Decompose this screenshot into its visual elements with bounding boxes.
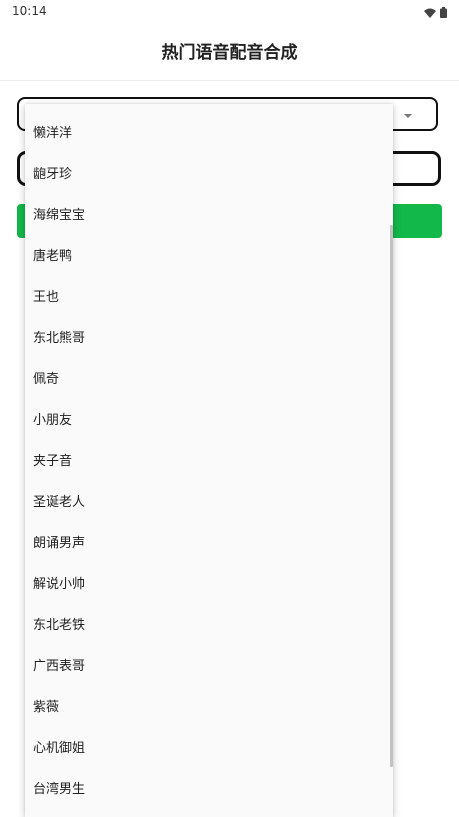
status-time: 10:14 (12, 4, 47, 18)
battery-icon (440, 3, 447, 22)
page-title: 热门语音配音合成 (161, 43, 298, 63)
chevron-down-icon (404, 114, 412, 118)
dropdown-item[interactable]: 唐老鸭 (25, 236, 393, 277)
voice-dropdown-menu: 懒洋洋 龅牙珍 海绵宝宝 唐老鸭 王也 东北熊哥 佩奇 小朋友 夹子音 圣诞老人 朗诵男声 解说小帅东… (25, 104, 393, 817)
dropdown-item[interactable]: 心机御姐 (25, 728, 393, 769)
status-icons (424, 3, 447, 22)
dropdown-item[interactable]: 夹子音 (25, 441, 393, 482)
dropdown-item[interactable]: 圣诞老人 (25, 482, 393, 523)
dropdown-item[interactable]: 懒洋洋 (25, 113, 393, 154)
dropdown-item[interactable]: 朗诵男声 (25, 523, 393, 564)
dropdown-item[interactable]: 王也 (25, 277, 393, 318)
dropdown-item[interactable]: 紫薇 (25, 687, 393, 728)
app-bar: 热门语音配音合成 (0, 24, 459, 81)
dropdown-item[interactable]: 东北老铁 (25, 605, 393, 646)
dropdown-item[interactable]: 佩奇 (25, 359, 393, 400)
voice-dropdown-list: 懒洋洋 龅牙珍 海绵宝宝 唐老鸭 王也 东北熊哥 佩奇 小朋友 夹子音 圣诞老人 朗诵男声 解说小帅东… (25, 113, 393, 810)
dropdown-item[interactable]: 广西表哥 (25, 646, 393, 687)
dropdown-item[interactable]: 海绵宝宝 (25, 195, 393, 236)
dropdown-item[interactable]: 小朋友 (25, 400, 393, 441)
dropdown-scrollbar[interactable] (390, 225, 393, 767)
dropdown-item[interactable]: 东北熊哥 (25, 318, 393, 359)
wifi-icon (424, 3, 436, 22)
dropdown-item[interactable]: 台湾男生 (25, 769, 393, 810)
dropdown-item[interactable]: 解说小帅 (25, 564, 393, 605)
dropdown-item[interactable]: 龅牙珍 (25, 154, 393, 195)
status-bar: 10:14 (0, 0, 459, 24)
